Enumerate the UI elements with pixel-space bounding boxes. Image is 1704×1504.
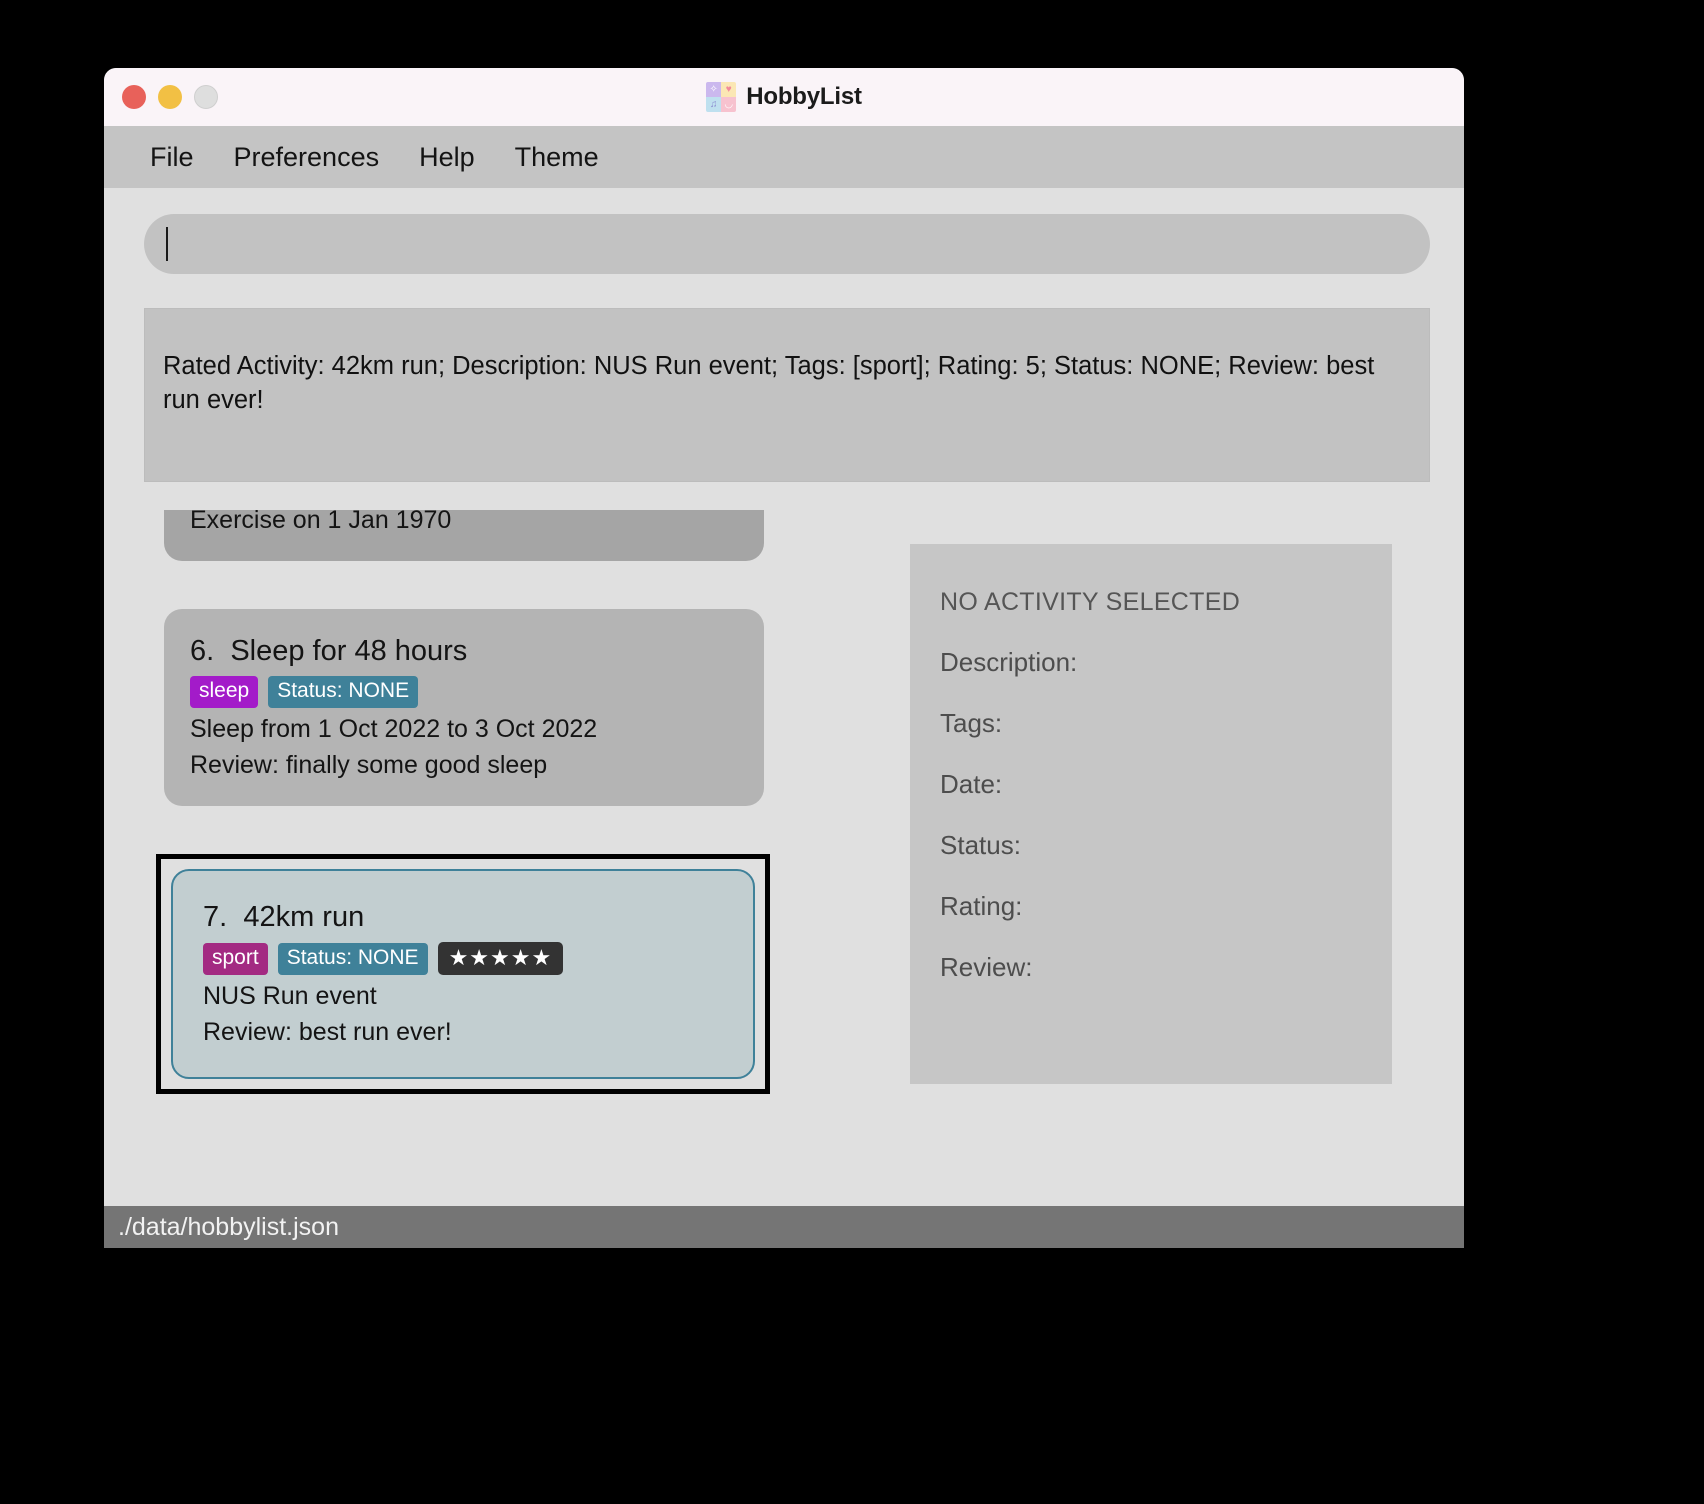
cup-icon: ◡ [721, 97, 737, 112]
activity-detail-line: Exercise on 1 Jan 1970 [190, 510, 452, 534]
selected-item-focus-ring: 7. 42km run sport Status: NONE ★★★★★ NUS… [156, 854, 770, 1095]
hobbylist-app-icon: ✧ ♥ ♫ ◡ [706, 82, 737, 112]
activity-name: 42km run [243, 901, 365, 933]
activity-detail-panel: NO ACTIVITY SELECTED Description: Tags: … [910, 510, 1392, 1166]
text-caret [166, 227, 168, 261]
menu-item-file[interactable]: File [134, 136, 210, 179]
result-display-text: Rated Activity: 42km run; Description: N… [163, 352, 1375, 415]
window-title: HobbyList [746, 83, 862, 110]
result-display: Rated Activity: 42km run; Description: N… [144, 308, 1430, 482]
close-button[interactable] [122, 85, 146, 109]
activity-title-row: 6. Sleep for 48 hours [190, 635, 764, 668]
rating-stars-badge: ★★★★★ [437, 942, 564, 976]
traffic-lights [122, 85, 218, 109]
title-bar: ✧ ♥ ♫ ◡ HobbyList [104, 68, 1464, 126]
activity-detail-line: Sleep from 1 Oct 2022 to 3 Oct 2022 [190, 715, 598, 743]
save-location-path: ./data/hobbylist.json [118, 1212, 339, 1241]
activity-index: 6. [190, 635, 215, 667]
minimize-button[interactable] [158, 85, 182, 109]
status-bar: ./data/hobbylist.json [104, 1206, 1464, 1248]
detail-card: NO ACTIVITY SELECTED Description: Tags: … [910, 544, 1392, 1084]
activity-list-panel: 5. 42km run exercise Status: NONE Exerci… [144, 510, 806, 1166]
main-content: Rated Activity: 42km run; Description: N… [104, 188, 1464, 1248]
list-item-selected[interactable]: 7. 42km run sport Status: NONE ★★★★★ NUS… [171, 869, 755, 1080]
menu-bar: File Preferences Help Theme [104, 126, 1464, 188]
badge-row: sleep Status: NONE [190, 676, 764, 708]
detail-field-status: Status: [940, 830, 1021, 860]
activity-review-line: Review: best run ever! [203, 1018, 452, 1047]
activity-review-line: Review: finally some good sleep [190, 751, 548, 779]
badge-row: sport Status: NONE ★★★★★ [203, 942, 753, 976]
menu-item-preferences[interactable]: Preferences [218, 136, 396, 179]
app-window: ✧ ♥ ♫ ◡ HobbyList File Preferences Help … [104, 68, 1464, 1248]
sparkle-icon: ✧ [706, 82, 722, 97]
activity-detail-line: NUS Run event [203, 982, 377, 1011]
activity-list: 5. 42km run exercise Status: NONE Exerci… [144, 510, 806, 1095]
detail-field-review: Review: [940, 952, 1033, 982]
command-input[interactable] [144, 214, 1430, 274]
tag-badge: sport [203, 942, 268, 975]
split-pane: 5. 42km run exercise Status: NONE Exerci… [144, 510, 1430, 1166]
detail-field-rating: Rating: [940, 891, 1023, 921]
detail-field-date: Date: [940, 769, 1003, 799]
activity-name: Sleep for 48 hours [230, 635, 468, 667]
detail-field-tags: Tags: [940, 708, 1003, 738]
detail-heading: NO ACTIVITY SELECTED [940, 588, 1241, 616]
menu-item-help[interactable]: Help [403, 136, 491, 179]
tag-badge: sleep [190, 676, 259, 708]
list-item[interactable]: 5. 42km run exercise Status: NONE Exerci… [164, 510, 764, 561]
music-note-icon: ♫ [706, 97, 722, 112]
list-item[interactable]: 6. Sleep for 48 hours sleep Status: NONE… [164, 609, 764, 806]
heart-icon: ♥ [721, 82, 737, 97]
status-badge: Status: NONE [268, 676, 419, 708]
window-title-group: ✧ ♥ ♫ ◡ HobbyList [104, 68, 1464, 126]
detail-field-description: Description: [940, 647, 1078, 677]
zoom-button[interactable] [194, 85, 218, 109]
menu-item-theme[interactable]: Theme [499, 136, 615, 179]
status-badge: Status: NONE [277, 942, 428, 975]
activity-title-row: 7. 42km run [203, 901, 753, 934]
activity-index: 7. [203, 901, 228, 933]
